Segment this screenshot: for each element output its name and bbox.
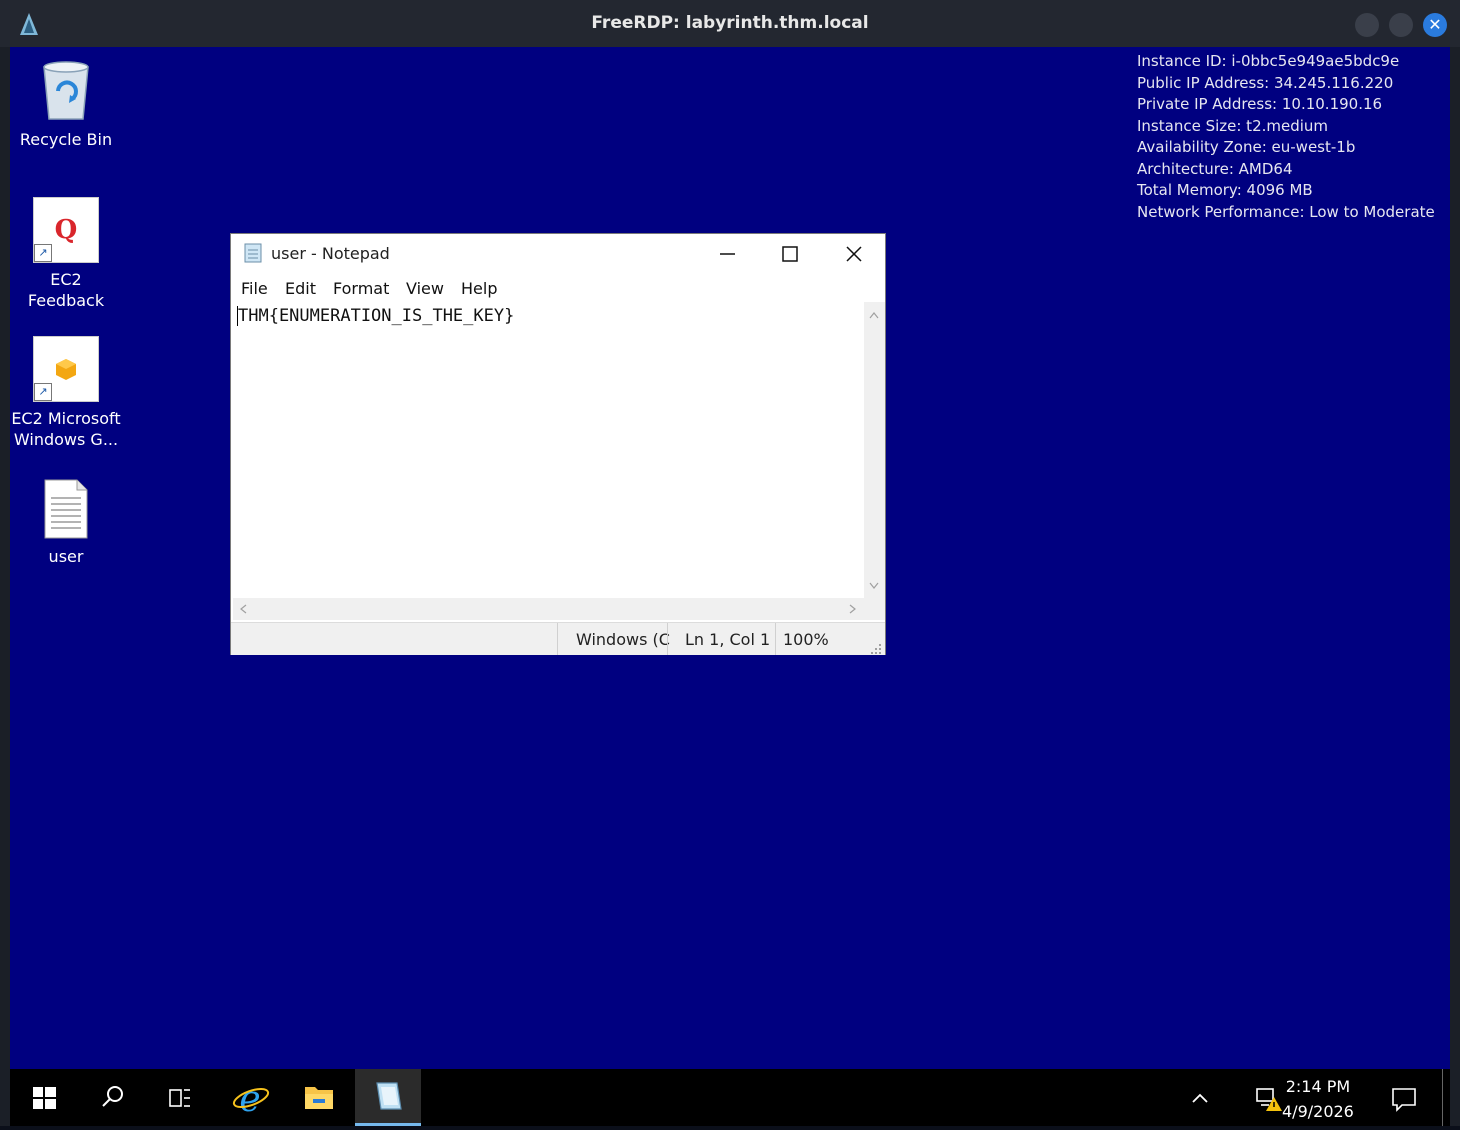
taskbar-notepad-button[interactable] (355, 1069, 421, 1126)
shortcut-arrow-icon: ↗ (34, 383, 52, 401)
network-status-button[interactable] (1250, 1081, 1286, 1119)
notepad-minimize-button[interactable] (699, 238, 755, 270)
notepad-title-bar[interactable]: user - Notepad (231, 234, 885, 272)
menu-view[interactable]: View (406, 279, 444, 298)
recycle-bin-icon (36, 57, 96, 123)
chevron-up-icon (1182, 1093, 1218, 1117)
sysinfo-line: Public IP Address: 34.245.116.220 (1137, 73, 1394, 92)
notepad-title: user - Notepad (271, 244, 390, 263)
desktop-icon-label: EC2 Feedback (27, 270, 105, 310)
right-host-edge (1450, 47, 1460, 1126)
notepad-menu-bar: File Edit Format View Help (231, 274, 885, 300)
window-minimize-button[interactable] (1355, 13, 1379, 37)
shortcut-arrow-icon: ↗ (34, 244, 52, 262)
instance-info-overlay: Instance ID: i-0bbc5e949ae5bdc9e Public … (1137, 51, 1435, 223)
svg-text:e: e (239, 1079, 260, 1120)
text-file-icon (41, 478, 91, 540)
horizontal-scrollbar[interactable] (233, 598, 864, 620)
status-separator (775, 623, 776, 655)
notepad-maximize-button[interactable] (762, 238, 818, 270)
notepad-icon (243, 242, 265, 268)
desktop-icon-label: Recycle Bin (19, 130, 113, 149)
rdp-title-bar: FreeRDP: labyrinth.thm.local ✕ (0, 0, 1460, 47)
search-button[interactable] (79, 1069, 145, 1126)
status-zoom: 100% (783, 630, 829, 649)
sysinfo-line: Private IP Address: 10.10.190.16 (1137, 95, 1383, 113)
clock-time: 2:14 PM (1285, 1077, 1351, 1096)
scrollbar-corner (864, 598, 885, 620)
desktop-icon-label: EC2 Microsoft Windows G... (11, 409, 121, 449)
window-maximize-button[interactable] (1389, 13, 1413, 37)
show-desktop-button[interactable] (1442, 1069, 1451, 1126)
start-icon (10, 1087, 76, 1130)
file-explorer-icon (286, 1087, 352, 1130)
remote-desktop: Recycle Bin Q ↗ EC2 Feedback ↗ EC2 Micro… (10, 47, 1450, 1069)
ec2-windows-guide-icon: ↗ (33, 336, 99, 402)
desktop-icon-ec2-feedback[interactable]: Q ↗ EC2 Feedback (11, 197, 121, 311)
menu-format[interactable]: Format (333, 279, 389, 298)
rdp-window-title: FreeRDP: labyrinth.thm.local (591, 13, 869, 33)
search-icon (79, 1086, 145, 1130)
desktop-icon-recycle-bin[interactable]: Recycle Bin (11, 57, 121, 150)
show-hidden-icons-button[interactable] (1182, 1083, 1218, 1117)
status-encoding: Windows (C (576, 630, 670, 649)
network-warning-icon (1250, 1088, 1286, 1119)
desktop-icon-ec2-windows-guide[interactable]: ↗ EC2 Microsoft Windows G... (11, 336, 121, 450)
menu-edit[interactable]: Edit (285, 279, 316, 298)
status-separator (667, 623, 668, 655)
menu-file[interactable]: File (241, 279, 268, 298)
sysinfo-line: Total Memory: 4096 MB (1137, 181, 1313, 199)
notepad-text-area[interactable]: THM{ENUMERATION_IS_THE_KEY} (233, 302, 863, 598)
sysinfo-line: Instance ID: i-0bbc5e949ae5bdc9e (1137, 52, 1400, 70)
left-host-edge (0, 47, 10, 1126)
notepad-close-button[interactable] (826, 238, 882, 270)
menu-help[interactable]: Help (461, 279, 497, 298)
task-view-icon (146, 1089, 212, 1130)
ec2-feedback-icon: Q ↗ (33, 197, 99, 263)
start-button[interactable] (10, 1069, 76, 1126)
notepad-window[interactable]: user - Notepad File Edit Format View Hel… (230, 233, 886, 655)
desktop-icon-label: user (48, 547, 84, 566)
clock-date: 4/9/2026 (1282, 1102, 1354, 1121)
resize-grip-icon[interactable] (871, 641, 883, 660)
sysinfo-line: Network Performance: Low to Moderate (1137, 202, 1435, 221)
task-view-button[interactable] (146, 1069, 212, 1126)
desktop-icon-user-file[interactable]: user (11, 478, 121, 567)
status-separator (557, 623, 558, 655)
svg-text:Q: Q (55, 215, 78, 245)
status-position: Ln 1, Col 1 (685, 630, 771, 649)
sysinfo-line: Architecture: AMD64 (1137, 159, 1293, 178)
taskbar: e 2:14 PM 4/9/2026 (10, 1069, 1450, 1126)
internet-explorer-button[interactable]: e (216, 1069, 282, 1126)
sysinfo-line: Instance Size: t2.medium (1137, 116, 1329, 135)
sysinfo-line: Availability Zone: eu-west-1b (1137, 138, 1356, 156)
vertical-scrollbar[interactable] (864, 302, 885, 598)
window-close-button[interactable]: ✕ (1423, 13, 1447, 37)
notification-icon (1386, 1088, 1422, 1119)
file-explorer-button[interactable] (286, 1069, 352, 1126)
notepad-content: THM{ENUMERATION_IS_THE_KEY} (237, 306, 515, 326)
action-center-button[interactable] (1386, 1081, 1422, 1119)
internet-explorer-icon: e (216, 1079, 282, 1130)
notepad-status-bar: Windows (C Ln 1, Col 1 100% (231, 622, 885, 655)
taskbar-clock[interactable]: 2:14 PM 4/9/2026 (1282, 1074, 1354, 1124)
notepad-icon (355, 1082, 421, 1127)
